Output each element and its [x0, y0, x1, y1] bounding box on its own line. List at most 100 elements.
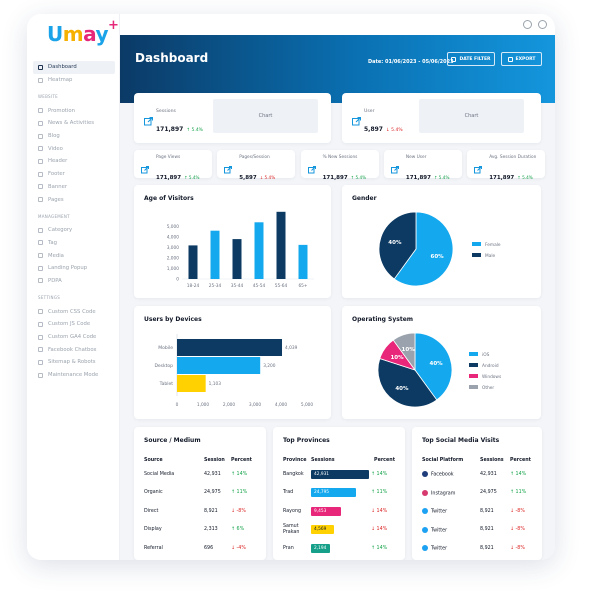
legend-swatch	[472, 242, 481, 246]
sidebar-item-pages[interactable]: Pages	[33, 193, 115, 206]
sidebar-item-custom-js-code[interactable]: Custom JS Code	[33, 318, 115, 331]
export-button[interactable]: EXPORT	[501, 52, 542, 66]
bar[interactable]	[177, 339, 283, 356]
legend-label: Male	[485, 253, 496, 259]
table-row[interactable]: Pran 2,194 ↑ 14%	[283, 539, 395, 558]
stat-label: Sessions	[156, 109, 176, 114]
sidebar-item-blog[interactable]: Blog	[33, 130, 115, 143]
bar[interactable]	[188, 245, 198, 279]
external-link-icon	[352, 111, 361, 126]
sidebar-item-custom-css-code[interactable]: Custom CSS Code	[33, 305, 115, 318]
table-row[interactable]: Social Media 42,931 ↑ 14%	[144, 465, 256, 484]
percent-change: ↓ -8%	[510, 545, 525, 551]
gender-chart-title: Gender	[352, 195, 377, 202]
sidebar-item-label: Header	[48, 158, 68, 165]
percent-change: ↓ -8%	[510, 508, 525, 514]
table-row[interactable]: Bangkok 42,931 ↑ 14%	[283, 465, 395, 484]
table-row[interactable]: Direct 8,921 ↓ -8%	[144, 502, 256, 521]
sidebar-item-sitemap-robots[interactable]: Sitemap & Robots	[33, 356, 115, 369]
bell-icon[interactable]	[523, 20, 532, 29]
table-row[interactable]: Trad 24,795 ↑ 11%	[283, 484, 395, 503]
source-name: Organic	[144, 490, 163, 496]
sidebar-item-custom-ga4-code[interactable]: Custom GA4 Code	[33, 331, 115, 344]
sidebar-item-landing-popup[interactable]: Landing Popup	[33, 262, 115, 275]
bar[interactable]	[232, 239, 242, 279]
sidebar-item-pdpa[interactable]: PDPA	[33, 275, 115, 288]
bar[interactable]	[276, 211, 286, 279]
stat-value-row: 5,897 ↓ 5.4%	[364, 116, 403, 135]
session-count: 42,931	[204, 471, 221, 477]
sidebar-item-media[interactable]: Media	[33, 249, 115, 262]
slice-label: 40%	[395, 386, 409, 392]
social-card: Top Social Media Visits Social Platform S…	[412, 427, 542, 560]
slice-label: 60%	[431, 254, 445, 260]
session-bar[interactable]: 42,931	[311, 469, 369, 479]
session-bar[interactable]: 24,795	[311, 488, 357, 498]
sidebar-item-label: Video	[48, 145, 63, 152]
sidebar-item-label: Promotion	[48, 107, 75, 114]
gender-chart-card: Gender 60% 40% Female Male	[342, 185, 541, 298]
session-bar[interactable]: 2,194	[311, 543, 331, 553]
sidebar-item-label: Media	[48, 252, 64, 259]
legend-swatch	[469, 385, 478, 389]
session-bar[interactable]: 9,453	[311, 506, 342, 516]
table-row[interactable]: Instagram 24,975 ↑ 11%	[422, 484, 534, 503]
column-header: Social Platform	[422, 457, 464, 463]
social-table: Social Platform Sessions Percent Facebook 42…	[422, 455, 534, 558]
media-icon	[38, 253, 43, 259]
table-row[interactable]: Referral 696 ↓ -4%	[144, 539, 256, 558]
table-row[interactable]: Display 2,313 ↑ 6%	[144, 521, 256, 540]
external-link-icon	[224, 159, 233, 174]
legend-swatch	[469, 352, 478, 356]
sidebar-item-maintenance-mode[interactable]: Maintenance Mode	[33, 369, 115, 382]
session-count: 8,921	[480, 545, 494, 551]
sidebar-item-tag[interactable]: Tag	[33, 237, 115, 250]
sidebar-item-footer[interactable]: Footer	[33, 168, 115, 181]
legend-swatch	[469, 363, 478, 367]
column-header: Percent	[374, 457, 395, 463]
percent-change: ↑ 11%	[510, 490, 527, 496]
percent-change: ↑ 11%	[231, 490, 248, 496]
session-bar[interactable]: 4,569	[311, 525, 334, 535]
sidebar-item-dashboard[interactable]: Dashboard	[33, 61, 115, 74]
bar[interactable]	[177, 357, 261, 374]
stat-percent: ↑ 5.4%	[186, 128, 203, 133]
sidebar-item-banner[interactable]: Banner	[33, 181, 115, 194]
table-row[interactable]: Rayong 9,453 ↓ 14%	[283, 502, 395, 521]
banner-icon	[38, 184, 43, 190]
user-icon[interactable]	[538, 20, 547, 29]
table-row[interactable]: Twitter 8,921 ↓ -8%	[422, 521, 534, 540]
sidebar-item-video[interactable]: Video	[33, 142, 115, 155]
facebook-icon	[38, 347, 43, 353]
stat-value: 171,897	[156, 126, 184, 133]
bar[interactable]	[210, 230, 220, 279]
sidebar-item-category[interactable]: Category	[33, 224, 115, 237]
devices-chart-title: Users by Devices	[144, 316, 202, 323]
session-count: 8,921	[204, 508, 218, 514]
table-row[interactable]: Twitter 8,921 ↓ -8%	[422, 539, 534, 558]
sidebar-item-heatmap[interactable]: Heatmap	[33, 74, 115, 87]
table-row[interactable]: Samut Prakan 4,569 ↓ 14%	[283, 521, 395, 540]
column-header: Sessions	[311, 457, 335, 463]
bar[interactable]	[177, 375, 206, 392]
sidebar-item-promotion[interactable]: Promotion	[33, 104, 115, 117]
sidebar-item-header[interactable]: Header	[33, 155, 115, 168]
sidebar-item-news-activities[interactable]: News & Activities	[33, 117, 115, 130]
bar[interactable]	[298, 244, 308, 279]
sitemap-icon	[38, 359, 43, 365]
table-row[interactable]: Facebook 42,931 ↑ 14%	[422, 465, 534, 484]
y-tick-label: 0	[176, 277, 179, 283]
x-tick-label: 45-54	[253, 283, 266, 289]
province-name: Pran	[283, 545, 294, 551]
column-header: Percent	[510, 457, 531, 463]
umay-logo[interactable]: Umay+	[47, 18, 119, 46]
table-row[interactable]: Twitter 8,921 ↓ -8%	[422, 502, 534, 521]
date-filter-button[interactable]: DATE FILTER	[447, 52, 495, 66]
table-row[interactable]: Organic 24,975 ↑ 11%	[144, 484, 256, 503]
sidebar-item-facebook-chatbox[interactable]: Facebook Chatbox	[33, 343, 115, 356]
bar[interactable]	[254, 222, 264, 279]
data-label: 4,039	[285, 345, 298, 351]
heatmap-icon	[38, 77, 43, 83]
column-header: Percent	[231, 457, 252, 463]
stat-percent: ↓ 5.4%	[385, 128, 403, 133]
